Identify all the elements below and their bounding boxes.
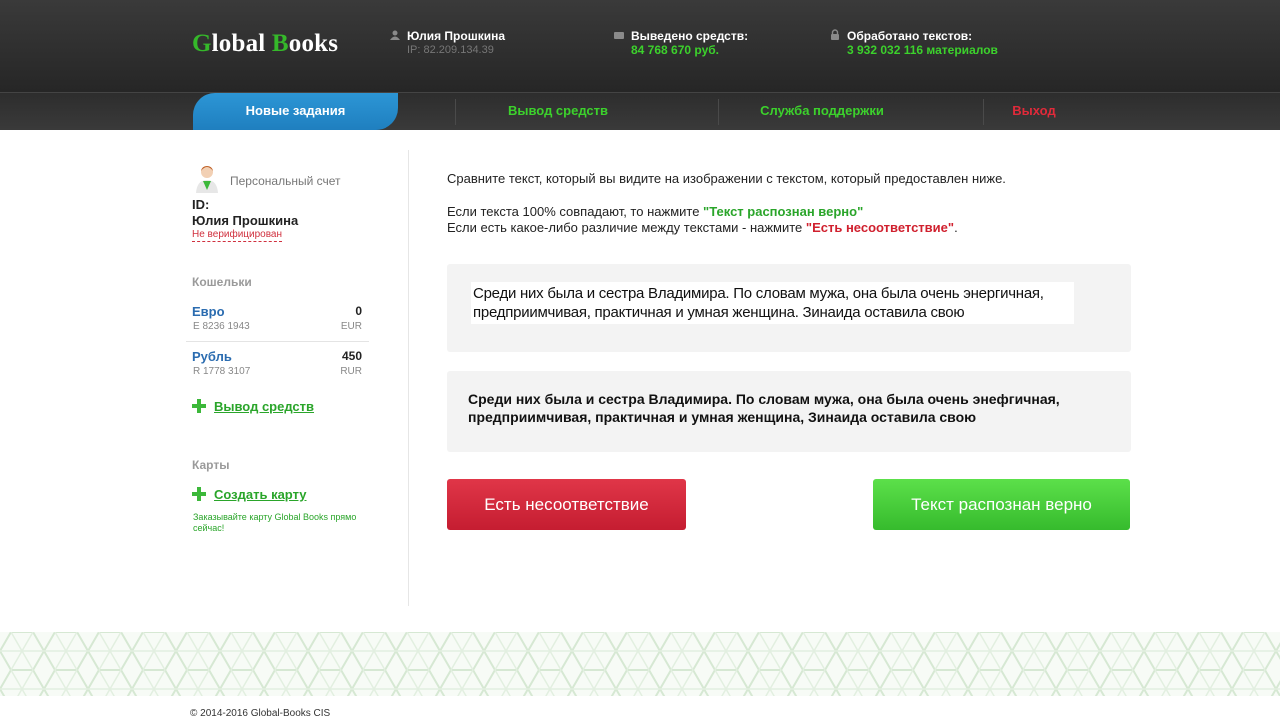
wallet-number: E 8236 1943	[193, 321, 250, 332]
text-correct-button[interactable]: Текст распознан верно	[873, 479, 1130, 530]
nav-new-tasks[interactable]: Новые задания	[193, 93, 398, 130]
rule-mismatch-button-name: "Есть несоответствие"	[805, 220, 955, 235]
avatar	[196, 166, 218, 193]
verification-status[interactable]: Не верифицирован	[192, 229, 283, 242]
wallet-amount: 450	[341, 349, 362, 363]
sidebar-divider	[408, 150, 409, 606]
wallet-currency: RUR	[340, 366, 362, 377]
scan-line: предприимчивая, практичная и умная женщи…	[473, 304, 965, 321]
create-card-link[interactable]: Создать карту	[192, 485, 307, 502]
wallet-divider	[186, 341, 369, 342]
withdrawn-label: Выведено средств:	[631, 29, 749, 43]
wallet-rub[interactable]: Рубль 450 R 1778 3107 RUR	[192, 349, 364, 383]
nav-logout[interactable]: Выход	[994, 93, 1074, 131]
wallet-amount: 0	[355, 304, 362, 318]
wallet-name: Рубль	[192, 349, 232, 364]
wallet-currency: EUR	[340, 321, 362, 332]
scan-line: Среди них была и сестра Владимира. По сл…	[473, 285, 1044, 302]
header-user-ip: IP: 82.209.134.39	[407, 44, 494, 56]
processed-value: 3 932 032 116 материалов	[847, 43, 998, 57]
withdraw-funds-link[interactable]: Вывод средств	[192, 397, 314, 414]
instruction-text: Сравните текст, который вы видите на изо…	[447, 171, 1006, 186]
wallet-eur[interactable]: Евро 0 E 8236 1943 EUR	[192, 304, 364, 338]
account-title: Персональный счет	[230, 174, 341, 188]
footer-pattern	[0, 632, 1280, 696]
mismatch-button[interactable]: Есть несоответствие	[447, 479, 686, 530]
header-user-name: Юлия Прошкина	[407, 29, 506, 43]
rule-match: Если текста 100% совпадают, то нажмите "…	[447, 204, 864, 219]
cards-heading: Карты	[192, 458, 230, 472]
nav-divider	[983, 99, 984, 125]
nav-withdraw[interactable]: Вывод средств	[478, 93, 638, 131]
scanned-text-image: Среди них была и сестра Владимира. По сл…	[471, 282, 1074, 324]
plus-icon	[192, 487, 206, 501]
wallet-name: Евро	[192, 304, 225, 319]
user-icon	[390, 30, 400, 40]
rule-mismatch: Если есть какое-либо различие между текс…	[447, 220, 958, 235]
account-id-label: ID:	[192, 197, 210, 212]
nav-divider	[718, 99, 719, 125]
nav-divider	[455, 99, 456, 125]
nav-support[interactable]: Служба поддержки	[742, 93, 902, 131]
main-nav: Новые задания Вывод средств Служба подде…	[0, 92, 1280, 130]
copyright: © 2014-2016 Global-Books CIS	[190, 708, 331, 719]
logo[interactable]: Global Books	[192, 30, 338, 58]
processed-label: Обработано текстов:	[847, 29, 973, 43]
recognized-text-panel: Среди них была и сестра Владимира. По сл…	[447, 371, 1131, 452]
wallets-heading: Кошельки	[192, 275, 252, 289]
wallet-number: R 1778 3107	[193, 366, 251, 377]
sidebar-user-name: Юлия Прошкина	[192, 213, 299, 228]
scanned-image-panel: Среди них была и сестра Владимира. По сл…	[447, 264, 1131, 352]
recognized-line: Среди них была и сестра Владимира. По сл…	[468, 391, 1060, 407]
withdrawn-value: 84 768 670 руб.	[631, 43, 719, 57]
card-promo-note: Заказывайте карту Global Books прямо сей…	[193, 512, 357, 533]
plus-icon	[192, 399, 206, 413]
recognized-line: предприимчивая, практичная и умная женщи…	[468, 409, 977, 425]
rule-match-button-name: "Текст распознан верно"	[703, 204, 864, 219]
wallet-icon	[614, 32, 624, 39]
lock-icon	[831, 29, 839, 40]
top-header: Global Books Юлия Прошкина IP: 82.209.13…	[0, 0, 1280, 92]
